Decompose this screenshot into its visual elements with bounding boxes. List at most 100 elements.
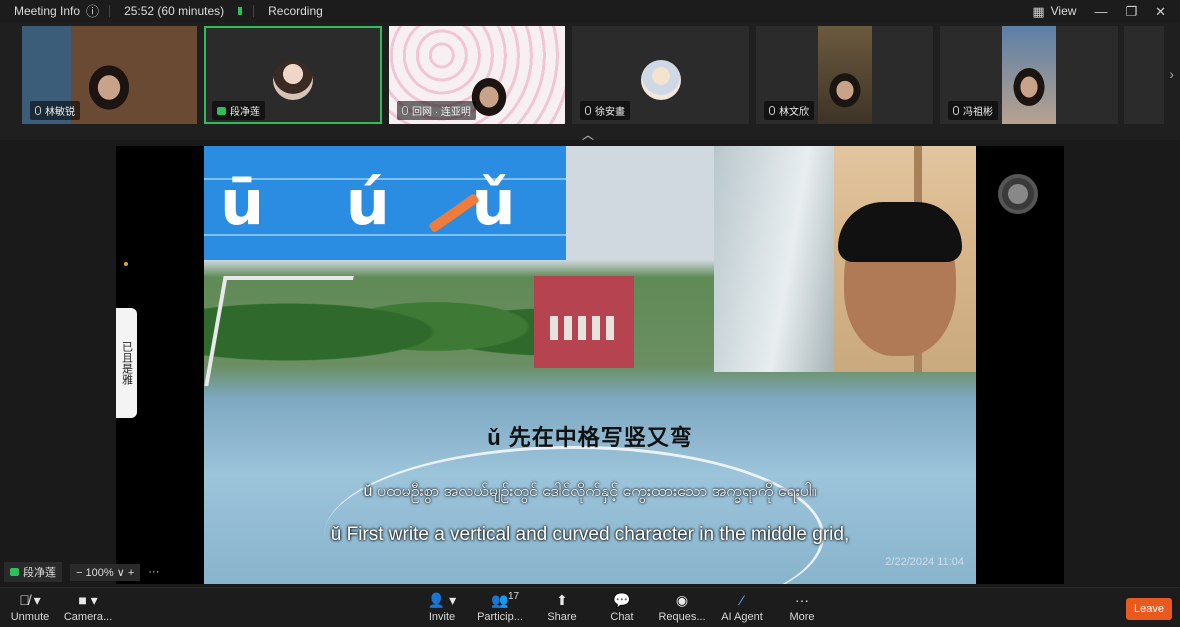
window-image [714,146,834,372]
mic-muted-icon [402,106,408,115]
camera-label: Camera... [63,611,113,623]
speaking-icon [217,106,226,115]
chevron-down-icon[interactable]: ∨ [117,567,125,579]
participant-tile[interactable]: 冯祖彬 [940,26,1118,124]
zoom-out-icon[interactable]: − [76,567,82,579]
participant-name: 林文欣 [779,107,809,118]
record-circle-icon[interactable] [998,174,1038,214]
view-label: View [1050,4,1077,18]
participant-face [818,66,872,120]
participant-name-tag: 林敏锐 [30,101,80,120]
participant-name: 林敏锐 [45,107,75,118]
participant-strip: 林敏锐 段净莲 回网 · 连亚明 徐安畫 林文欣 冯祖彬 › ︿ [0,22,1180,143]
building-windows-image [550,316,620,340]
requests-button[interactable]: ◉ Reques... [652,591,712,623]
caption-chinese: ǔ 先在中格写竖又弯 [487,425,693,450]
recording-label: Recording [268,4,323,18]
participant-name-tag: 冯祖彬 [948,101,998,120]
participant-tile[interactable]: 徐安畫 [572,26,749,124]
ai-agent-button[interactable]: ⁄ AI Agent [712,591,772,623]
participant-name: 徐安畫 [595,107,625,118]
camera-button[interactable]: ■ ▾ Camera... [58,591,118,623]
more-icon: ··· [795,592,809,608]
unmute-button[interactable]: 🎙̸ ▾ Unmute [0,591,60,623]
participant-video [74,56,144,124]
speaking-icon [10,568,19,576]
requests-label: Reques... [658,611,706,623]
timer-text: 25:52 (60 minutes) [124,4,225,18]
recording-status[interactable]: Recording [268,4,323,18]
chat-icon: 💬 [613,592,631,608]
ai-agent-icon: ⁄ [740,592,744,608]
avatar [273,60,313,100]
camera-icon: ■ ▾ [78,592,98,608]
mic-muted-icon: 🎙̸ ▾ [19,592,41,608]
info-icon[interactable]: ⓘ [86,5,99,18]
participant-face [1002,60,1056,120]
mic-muted-icon [953,106,959,115]
zoom-in-icon[interactable]: + [128,567,134,579]
participant-name-tag: 林文欣 [764,101,814,120]
leave-button[interactable]: Leave [1126,598,1172,620]
participants-label: Particip... [477,611,523,623]
meeting-info[interactable]: Meeting Info ⓘ [14,4,99,18]
more-label: More [789,611,815,623]
lesson-slide: ū ú ǔ ǔ 先在中格写竖又弯 ǔ ပထမဦးစွာ အလယ်မျဉ်းတွင… [204,146,976,584]
unmute-label: Unmute [10,611,50,623]
participant-tile[interactable]: 回网 · 连亚明 [389,26,565,124]
participant-name-tag: 徐安畫 [580,101,630,120]
court-line-image [324,446,824,584]
participants-button[interactable]: 👥 17 Particip... [470,591,530,623]
participant-name-tag: 段净莲 [212,101,265,120]
share-label: Share [547,611,577,623]
invite-label: Invite [428,611,456,623]
close-icon[interactable]: ✕ [1155,5,1166,18]
timestamp: 2/22/2024 11:04 [885,556,964,568]
speaker-video [714,146,976,372]
grid-view-icon: ▦ [1032,3,1045,19]
view-button[interactable]: ▦ View [1032,4,1076,18]
invite-user-icon: 👤 ▾ [427,592,457,608]
record-circle-inner [1008,184,1028,204]
share-button[interactable]: ⬆ Share [532,591,592,623]
participant-tile[interactable]: 林敏锐 [22,26,197,124]
active-speaker-bar: 段净莲 − 100% ∨ + ··· [0,562,159,582]
chat-label: Chat [610,611,634,623]
participant-name: 回网 · 连亚明 [412,107,471,118]
participants-count: 17 [508,591,520,602]
side-tab[interactable]: 已且是雅 [116,308,137,418]
participant-name-tag: 回网 · 连亚明 [397,101,476,120]
signal-indicator [238,7,243,15]
meeting-info-label: Meeting Info [14,4,81,18]
zoom-level: 100% [85,566,114,579]
participant-name: 冯祖彬 [963,107,993,118]
participant-tile-active[interactable]: 段净莲 [204,26,382,124]
meeting-toolbar: 🎙̸ ▾ Unmute ■ ▾ Camera... 👤 ▾ Invite 👥 1… [0,587,1180,627]
signal-bars-icon [238,7,243,15]
participant-tile[interactable]: 林文欣 [756,26,933,124]
chevron-right-icon[interactable]: › [1169,66,1174,82]
caption-english: ǔ First write a vertical and curved char… [330,524,850,545]
more-button[interactable]: ··· More [772,591,832,623]
mic-muted-icon [585,106,591,115]
participants-icon: 👥 [491,592,509,608]
more-options-icon[interactable]: ··· [148,566,159,578]
participant-name: 段净莲 [230,107,260,118]
chevron-up-icon[interactable]: ︿ [582,126,594,143]
speaker-hair [838,202,962,262]
minimize-icon[interactable]: — [1094,5,1107,18]
invite-button[interactable]: 👤 ▾ Invite [412,591,472,623]
ai-agent-label: AI Agent [721,611,763,623]
divider [109,5,111,17]
zoom-control[interactable]: − 100% ∨ + [70,563,141,581]
meeting-timer: 25:52 (60 minutes) [124,4,224,18]
pinyin-letters: ū ú ǔ [220,166,546,239]
participant-tile-partial[interactable] [1124,26,1164,124]
mic-muted-icon [35,106,41,115]
basketball-hoop-image [204,276,354,386]
restore-icon[interactable]: ❐ [1125,5,1137,18]
chat-button[interactable]: 💬 Chat [592,591,652,623]
shared-screen: 已且是雅 ū ú ǔ ǔ 先在中格写竖又弯 ǔ ပထမဦးစွာ အလယ်မျဉ… [116,146,1064,584]
indicator-dot [124,262,128,266]
share-screen-icon: ⬆ [556,592,568,608]
